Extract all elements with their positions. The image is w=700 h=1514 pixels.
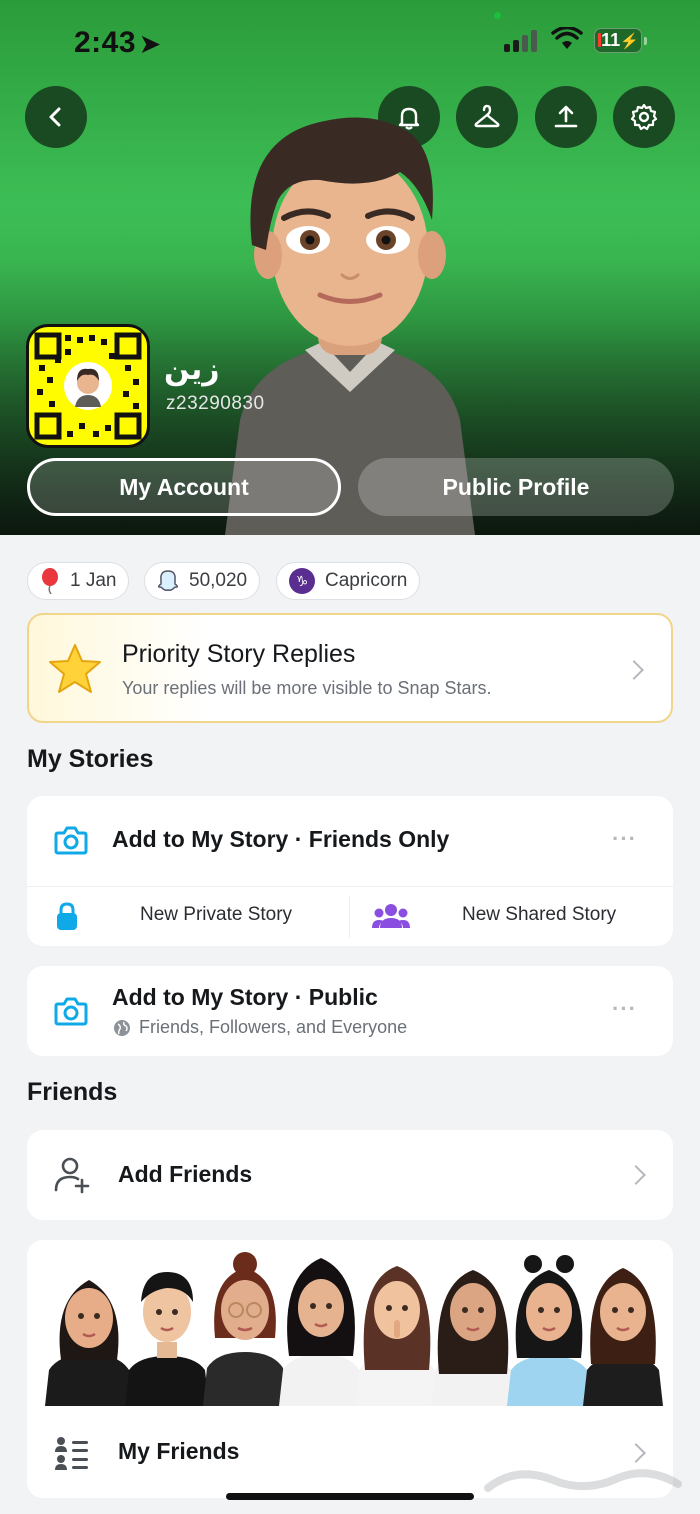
friend-bitmoji	[355, 1266, 439, 1406]
friends-heading: Friends	[27, 1078, 118, 1106]
qr-code-image	[34, 332, 142, 440]
more-options-icon[interactable]: ···	[612, 996, 637, 1022]
more-options-icon[interactable]: ···	[612, 826, 637, 852]
priority-story-replies-card[interactable]: Priority Story Replies Your replies will…	[27, 613, 673, 723]
battery-indicator: 11⚡	[594, 28, 647, 53]
svg-text:♑: ♑	[296, 574, 309, 590]
status-time: 2:43 ➤	[74, 26, 161, 60]
friend-bitmoji	[45, 1280, 133, 1406]
public-profile-label: Public Profile	[442, 473, 590, 500]
chevron-left-icon	[49, 107, 61, 127]
new-private-story-label: New Private Story	[140, 904, 293, 925]
my-account-button[interactable]: My Account	[27, 458, 341, 516]
snapcode[interactable]	[26, 324, 150, 448]
friends-list-icon	[55, 1437, 88, 1470]
friend-bitmoji	[279, 1258, 363, 1406]
star-icon	[49, 644, 101, 693]
new-shared-story-button[interactable]: New Shared Story	[350, 887, 673, 946]
balloon-icon	[40, 568, 60, 594]
watermark-logo	[484, 1469, 682, 1492]
gear-icon	[630, 103, 658, 131]
lock-icon	[57, 902, 77, 930]
location-arrow-icon: ➤	[140, 31, 161, 58]
add-friend-icon	[54, 1157, 90, 1194]
status-time-text: 2:43	[74, 26, 137, 59]
new-private-story-button[interactable]: New Private Story	[27, 887, 349, 946]
cellular-signal-icon	[504, 30, 542, 52]
display-name: زين	[164, 352, 220, 387]
friend-bitmoji	[507, 1255, 591, 1406]
add-friends-row[interactable]: Add Friends	[27, 1130, 673, 1220]
new-shared-story-label: New Shared Story	[462, 904, 617, 925]
profile-header: 2:43 ➤ 11⚡ زين z23290830 My Account Publ…	[0, 0, 700, 535]
add-to-story-friends-label: Add to My Story · Friends Only	[112, 826, 450, 852]
birthday-chip[interactable]: 1 Jan	[27, 562, 130, 600]
chevron-right-icon	[626, 1165, 646, 1185]
group-icon	[372, 904, 410, 928]
public-audience-text: Friends, Followers, and Everyone	[139, 1017, 408, 1037]
my-story-friends-card: Add to My Story · Friends Only ··· New P…	[27, 796, 673, 946]
public-profile-button[interactable]: Public Profile	[358, 458, 674, 516]
add-to-story-public-label: Add to My Story · Public	[112, 984, 378, 1010]
priority-title: Priority Story Replies	[122, 640, 356, 668]
friend-bitmoji	[583, 1268, 663, 1406]
friends-bitmoji-group	[27, 1240, 673, 1406]
battery-level: 11	[601, 30, 621, 50]
charging-bolt-icon: ⚡	[620, 33, 639, 50]
add-to-story-public-row[interactable]: Add to My Story · Public Friends, Follow…	[27, 966, 673, 1056]
chevron-right-icon	[624, 660, 644, 680]
my-stories-heading: My Stories	[27, 745, 154, 773]
privacy-indicator-dot	[494, 12, 501, 19]
capricorn-icon: ♑	[289, 568, 315, 594]
settings-button[interactable]	[613, 86, 675, 148]
snapscore-text: 50,020	[189, 570, 248, 591]
ghost-icon	[157, 569, 179, 593]
back-button[interactable]	[25, 86, 87, 148]
add-friends-label: Add Friends	[118, 1161, 253, 1187]
snapscore-chip[interactable]: 50,020	[144, 562, 261, 600]
friend-bitmoji	[431, 1270, 515, 1406]
friend-bitmoji	[203, 1252, 287, 1406]
share-profile-button[interactable]	[535, 86, 597, 148]
username: z23290830	[166, 393, 265, 414]
camera-icon	[54, 997, 88, 1026]
camera-icon	[54, 826, 88, 855]
globe-icon	[114, 1020, 130, 1036]
friend-bitmoji	[125, 1272, 209, 1406]
birthday-text: 1 Jan	[70, 570, 117, 591]
share-upload-icon	[554, 105, 578, 128]
zodiac-chip[interactable]: ♑ Capricorn	[276, 562, 421, 600]
add-to-story-friends-row[interactable]: Add to My Story · Friends Only ···	[27, 796, 673, 886]
my-friends-label: My Friends	[118, 1438, 240, 1464]
my-account-label: My Account	[119, 473, 249, 500]
zodiac-text: Capricorn	[325, 570, 408, 591]
wifi-icon	[551, 27, 583, 49]
home-indicator	[226, 1493, 474, 1500]
priority-subtitle: Your replies will be more visible to Sna…	[122, 678, 492, 698]
